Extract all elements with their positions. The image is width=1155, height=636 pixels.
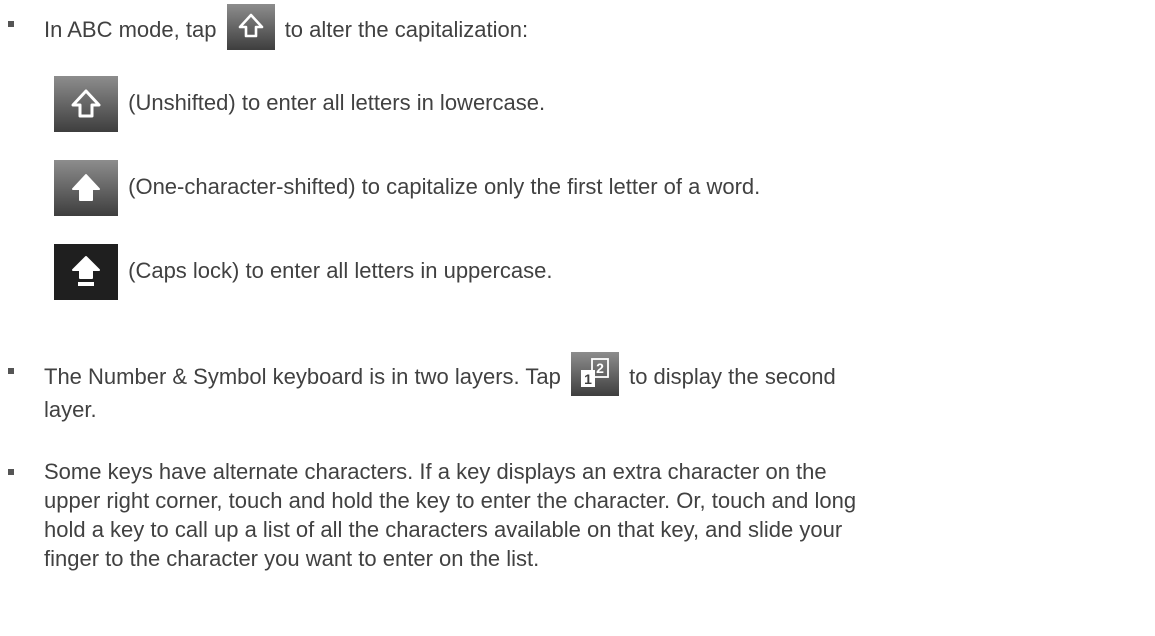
- paragraph-line: finger to the character you want to ente…: [44, 546, 540, 571]
- shift-state-one-character: (One-character-shifted) to capitalize on…: [54, 160, 760, 216]
- bullet-alternate-characters: Some keys have alternate characters. If …: [44, 457, 856, 573]
- shift-state-text: (Unshifted) to enter all letters in lowe…: [128, 89, 546, 115]
- bullet-abc-mode: In ABC mode, tap to alter the capitaliza…: [44, 4, 529, 54]
- caps-lock-icon: [54, 244, 118, 300]
- bullet-marker: [8, 21, 14, 27]
- shift-state-text: (Caps lock) to enter all letters in uppe…: [128, 257, 553, 283]
- paragraph-line: hold a key to call up a list of all the …: [44, 517, 843, 542]
- layer-key-small-digit: 1: [584, 371, 592, 387]
- layer-switch-icon: 2 1: [570, 352, 619, 396]
- bullet-text-before: In ABC mode, tap: [44, 16, 217, 42]
- bullet-number-symbol: The Number & Symbol keyboard is in two l…: [44, 352, 836, 400]
- shift-state-text: (One-character-shifted) to capitalize on…: [128, 173, 761, 199]
- paragraph-line: upper right corner, touch and hold the k…: [44, 488, 857, 513]
- shift-one-character-icon: [54, 160, 118, 216]
- shift-state-caps-lock: (Caps lock) to enter all letters in uppe…: [54, 244, 552, 300]
- paragraph-line: Some keys have alternate characters. If …: [44, 459, 827, 484]
- shift-unshifted-icon: [226, 4, 275, 50]
- layer-key-large-digit: 2: [596, 360, 604, 376]
- bullet-continuation: layer.: [44, 397, 97, 423]
- page: { "bullets": [ { "before": "In ABC mode,…: [0, 0, 1155, 636]
- shift-state-unshifted: (Unshifted) to enter all letters in lowe…: [54, 76, 545, 132]
- shift-unshifted-icon: [54, 76, 118, 132]
- bullet-text-after: to display the second: [629, 363, 836, 389]
- bullet-text-before: The Number & Symbol keyboard is in two l…: [44, 363, 561, 389]
- bullet-marker: [8, 368, 14, 374]
- bullet-marker: [8, 469, 14, 475]
- bullet-continuation-text: layer.: [44, 397, 97, 422]
- bullet-text-after: to alter the capitalization:: [284, 16, 529, 42]
